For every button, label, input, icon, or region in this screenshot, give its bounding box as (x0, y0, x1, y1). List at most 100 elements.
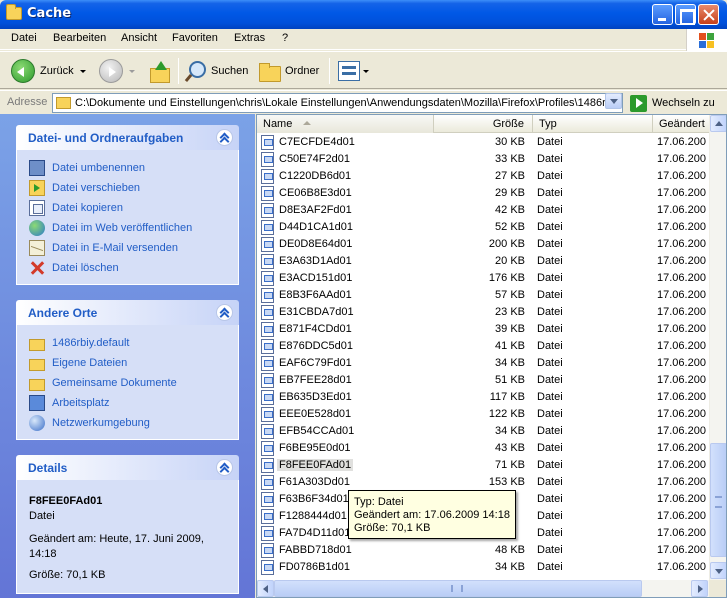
folder-icon (29, 359, 45, 371)
file-row[interactable]: DE0D8E64d01 200 KB Datei 17.06.200 (257, 236, 709, 253)
column-modified[interactable]: Geändert (653, 115, 713, 133)
task-rename[interactable]: Datei umbenennen (17, 158, 238, 178)
task-copy[interactable]: Datei kopieren (17, 198, 238, 218)
scroll-up-button[interactable] (710, 115, 726, 132)
task-label: Datei in E-Mail versenden (52, 242, 178, 254)
task-move[interactable]: Datei verschieben (17, 178, 238, 198)
file-row[interactable]: C7ECFDE4d01 30 KB Datei 17.06.200 (257, 134, 709, 151)
file-row[interactable]: D44D1CA1d01 52 KB Datei 17.06.200 (257, 219, 709, 236)
collapse-icon[interactable] (216, 459, 233, 476)
horizontal-scroll-thumb[interactable] (274, 580, 642, 597)
search-button[interactable]: Suchen (184, 57, 248, 85)
file-row[interactable]: E3ACD151d01 176 KB Datei 17.06.200 (257, 270, 709, 287)
file-row[interactable]: E3A63D1Ad01 20 KB Datei 17.06.200 (257, 253, 709, 270)
file-icon (261, 407, 274, 422)
toolbar: Zurück Suchen Ordner (0, 51, 727, 89)
file-size: 30 KB (495, 136, 525, 148)
column-name[interactable]: Name (257, 115, 434, 133)
forward-arrow-icon (99, 59, 123, 83)
file-row[interactable]: C50E74F2d01 33 KB Datei 17.06.200 (257, 151, 709, 168)
file-row[interactable]: CE06B8E3d01 29 KB Datei 17.06.200 (257, 185, 709, 202)
details-header[interactable]: Details (16, 455, 239, 480)
file-name: C1220DB6d01 (279, 170, 352, 182)
place-my-documents[interactable]: Eigene Dateien (17, 353, 238, 373)
place-profile-folder[interactable]: 1486rbiy.default (17, 333, 238, 353)
file-row[interactable]: E31CBDA7d01 23 KB Datei 17.06.200 (257, 304, 709, 321)
place-shared-documents[interactable]: Gemeinsame Dokumente (17, 373, 238, 393)
file-row[interactable]: FABBD718d01 48 KB Datei 17.06.200 (257, 542, 709, 559)
window-title: Cache (27, 6, 72, 21)
file-row[interactable]: E8B3F6AAd01 57 KB Datei 17.06.200 (257, 287, 709, 304)
close-button[interactable] (698, 4, 719, 25)
task-email[interactable]: Datei in E-Mail versenden (17, 238, 238, 258)
address-label: Adresse (7, 96, 48, 108)
vertical-scrollbar[interactable] (709, 115, 726, 580)
menu-bar: Datei Bearbeiten Ansicht Favoriten Extra… (0, 29, 727, 50)
column-size[interactable]: Größe (434, 115, 533, 133)
file-row[interactable]: E876DDC5d01 41 KB Datei 17.06.200 (257, 338, 709, 355)
collapse-icon[interactable] (216, 304, 233, 321)
file-row[interactable]: E871F4CDd01 39 KB Datei 17.06.200 (257, 321, 709, 338)
file-size: 33 KB (495, 153, 525, 165)
address-path: C:\Dokumente und Einstellungen\chris\Lok… (75, 97, 623, 109)
file-size: 29 KB (495, 187, 525, 199)
search-label: Suchen (211, 65, 249, 77)
file-icon (261, 186, 274, 201)
scroll-down-button[interactable] (710, 562, 726, 579)
collapse-icon[interactable] (216, 129, 233, 146)
scroll-right-button[interactable] (691, 580, 708, 597)
file-row[interactable]: EAF6C79Fd01 34 KB Datei 17.06.200 (257, 355, 709, 372)
file-tasks-header[interactable]: Datei- und Ordneraufgaben (16, 125, 239, 150)
title-bar[interactable]: Cache (0, 0, 727, 29)
chevron-down-icon (79, 69, 86, 73)
go-button[interactable]: Wechseln zu (630, 94, 727, 112)
file-name: EAF6C79Fd01 (279, 357, 352, 369)
folders-button[interactable]: Ordner (258, 57, 319, 85)
address-input[interactable]: C:\Dokumente und Einstellungen\chris\Lok… (52, 93, 623, 113)
task-publish-web[interactable]: Datei im Web veröffentlichen (17, 218, 238, 238)
file-row[interactable]: FD0786B1d01 34 KB Datei 17.06.200 (257, 559, 709, 576)
file-row[interactable]: EB7FEE28d01 51 KB Datei 17.06.200 (257, 372, 709, 389)
menu-bearbeiten[interactable]: Bearbeiten (53, 32, 106, 44)
file-name: E31CBDA7d01 (279, 306, 354, 318)
file-row[interactable]: EFB54CCAd01 34 KB Datei 17.06.200 (257, 423, 709, 440)
place-my-computer[interactable]: Arbeitsplatz (17, 393, 238, 413)
menu-ansicht[interactable]: Ansicht (121, 32, 157, 44)
file-icon (261, 288, 274, 303)
place-label: Netzwerkumgebung (52, 417, 150, 429)
menu-datei[interactable]: Datei (11, 32, 37, 44)
file-row[interactable]: D8E3AF2Fd01 42 KB Datei 17.06.200 (257, 202, 709, 219)
file-date: 17.06.200 (657, 493, 706, 505)
menu-help[interactable]: ? (282, 32, 288, 44)
scroll-left-button[interactable] (257, 580, 274, 597)
file-type: Datei (537, 493, 563, 505)
file-row[interactable]: F8FEE0FAd01 71 KB Datei 17.06.200 (257, 457, 709, 474)
file-row[interactable]: C1220DB6d01 27 KB Datei 17.06.200 (257, 168, 709, 185)
menu-favoriten[interactable]: Favoriten (172, 32, 218, 44)
file-row[interactable]: F61A303Dd01 153 KB Datei 17.06.200 (257, 474, 709, 491)
minimize-button[interactable] (652, 4, 673, 25)
file-row[interactable]: F6BE95E0d01 43 KB Datei 17.06.200 (257, 440, 709, 457)
up-button[interactable] (148, 57, 170, 85)
file-size: 34 KB (495, 561, 525, 573)
file-row[interactable]: EB635D3Ed01 117 KB Datei 17.06.200 (257, 389, 709, 406)
vertical-scroll-thumb[interactable] (710, 443, 726, 557)
file-type: Datei (537, 425, 563, 437)
file-size: 34 KB (495, 357, 525, 369)
file-row[interactable]: EEE0E528d01 122 KB Datei 17.06.200 (257, 406, 709, 423)
file-icon (261, 135, 274, 150)
menu-extras[interactable]: Extras (234, 32, 265, 44)
task-delete[interactable]: Datei löschen (17, 258, 238, 278)
forward-button[interactable] (99, 57, 135, 85)
task-label: Datei verschieben (52, 182, 141, 194)
task-label: Datei löschen (52, 262, 119, 274)
other-places-header[interactable]: Andere Orte (16, 300, 239, 325)
file-icon (261, 526, 274, 541)
place-network[interactable]: Netzwerkumgebung (17, 413, 238, 433)
views-button[interactable] (338, 57, 369, 85)
address-dropdown-button[interactable] (605, 93, 622, 109)
column-type[interactable]: Typ (533, 115, 653, 133)
maximize-button[interactable] (675, 4, 696, 25)
back-button[interactable]: Zurück (11, 57, 86, 85)
horizontal-scrollbar[interactable] (257, 580, 709, 597)
